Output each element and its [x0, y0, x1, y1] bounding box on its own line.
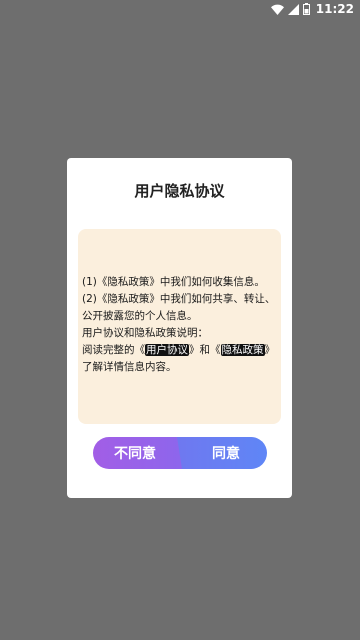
agreement-content-box: (1)《隐私政策》中我们如何收集信息。 (2)《隐私政策》中我们如何共享、转让、…	[78, 229, 281, 424]
user-agreement-link[interactable]: 用户协议	[145, 344, 189, 356]
agree-button[interactable]: 同意	[177, 437, 267, 469]
agreement-line-3: 用户协议和隐私政策说明：	[82, 327, 208, 339]
status-bar: 11:22	[0, 0, 360, 18]
agreement-line-2: (2)《隐私政策》中我们如何共享、转让、公开披露您的个人信息。	[82, 293, 276, 322]
privacy-policy-link[interactable]: 隐私政策	[220, 344, 265, 356]
agreement-line-4-middle: 》和《	[189, 344, 221, 356]
wifi-icon	[270, 4, 284, 15]
status-icons: 11:22	[270, 2, 354, 16]
disagree-button[interactable]: 不同意	[93, 437, 183, 469]
battery-icon	[302, 3, 310, 15]
signal-icon	[287, 3, 299, 15]
disagree-button-label: 不同意	[114, 446, 156, 462]
agreement-line-4: 阅读完整的《用户协议》和《隐私政策》了解详情信息内容。	[82, 342, 279, 376]
status-time: 11:22	[315, 2, 354, 16]
agreement-text: (1)《隐私政策》中我们如何收集信息。 (2)《隐私政策》中我们如何共享、转让、…	[82, 274, 279, 376]
agreement-line-4-prefix: 阅读完整的《	[82, 344, 145, 356]
dialog-title: 用户隐私协议	[134, 182, 225, 200]
agree-button-label: 同意	[212, 446, 240, 462]
privacy-dialog: 用户隐私协议 (1)《隐私政策》中我们如何收集信息。 (2)《隐私政策》中我们如…	[67, 158, 292, 498]
agreement-line-1: (1)《隐私政策》中我们如何收集信息。	[82, 276, 265, 288]
